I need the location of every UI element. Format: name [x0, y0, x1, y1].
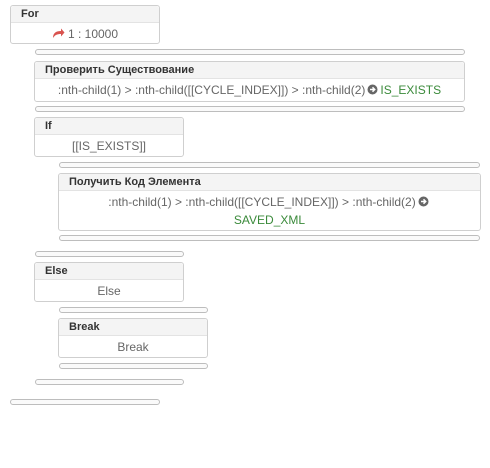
drop-zone-separator[interactable] [35, 49, 465, 55]
else-block-label: Else [97, 284, 121, 298]
check-exists-body: :nth-child(1) > :nth-child([[CYCLE_INDEX… [35, 79, 464, 100]
get-element-code-body: :nth-child(1) > :nth-child([[CYCLE_INDEX… [59, 191, 480, 229]
redo-arrow-icon [52, 27, 65, 44]
if-condition-text: [[IS_EXISTS]] [71, 139, 147, 153]
for-range-text: 1 : 10000 [67, 27, 119, 41]
check-exists-title: Проверить Существование [35, 62, 464, 79]
if-block-title: If [35, 118, 183, 135]
drop-zone-separator[interactable] [59, 162, 480, 168]
break-block-title: Break [59, 319, 207, 336]
else-block[interactable]: Else Else [34, 262, 184, 302]
if-block[interactable]: If [[IS_EXISTS]] [34, 117, 184, 157]
check-exists-selector: :nth-child(1) > :nth-child([[CYCLE_INDEX… [57, 83, 366, 97]
get-element-code-block[interactable]: Получить Код Элемента :nth-child(1) > :n… [58, 173, 481, 231]
get-element-code-result-var: SAVED_XML [233, 213, 306, 227]
for-block-title: For [11, 6, 159, 23]
get-element-code-selector: :nth-child(1) > :nth-child([[CYCLE_INDEX… [108, 195, 416, 209]
drop-zone-separator[interactable] [35, 251, 184, 257]
for-block-body: 1 : 10000 [11, 23, 159, 44]
get-element-code-title: Получить Код Элемента [59, 174, 480, 191]
for-block[interactable]: For 1 : 10000 [10, 5, 160, 44]
drop-zone-separator[interactable] [59, 307, 208, 313]
break-block-label: Break [117, 340, 149, 354]
break-block[interactable]: Break Break [58, 318, 208, 358]
check-exists-block[interactable]: Проверить Существование :nth-child(1) > … [34, 61, 465, 102]
check-exists-result-var: IS_EXISTS [380, 83, 442, 97]
else-block-title: Else [35, 263, 183, 280]
drop-zone-separator[interactable] [35, 379, 184, 385]
drop-zone-separator[interactable] [59, 363, 208, 369]
arrow-circle-right-icon [367, 83, 378, 100]
arrow-circle-right-icon [418, 195, 429, 212]
drop-zone-separator[interactable] [35, 106, 465, 112]
drop-zone-separator[interactable] [10, 399, 160, 405]
drop-zone-separator[interactable] [59, 235, 480, 241]
